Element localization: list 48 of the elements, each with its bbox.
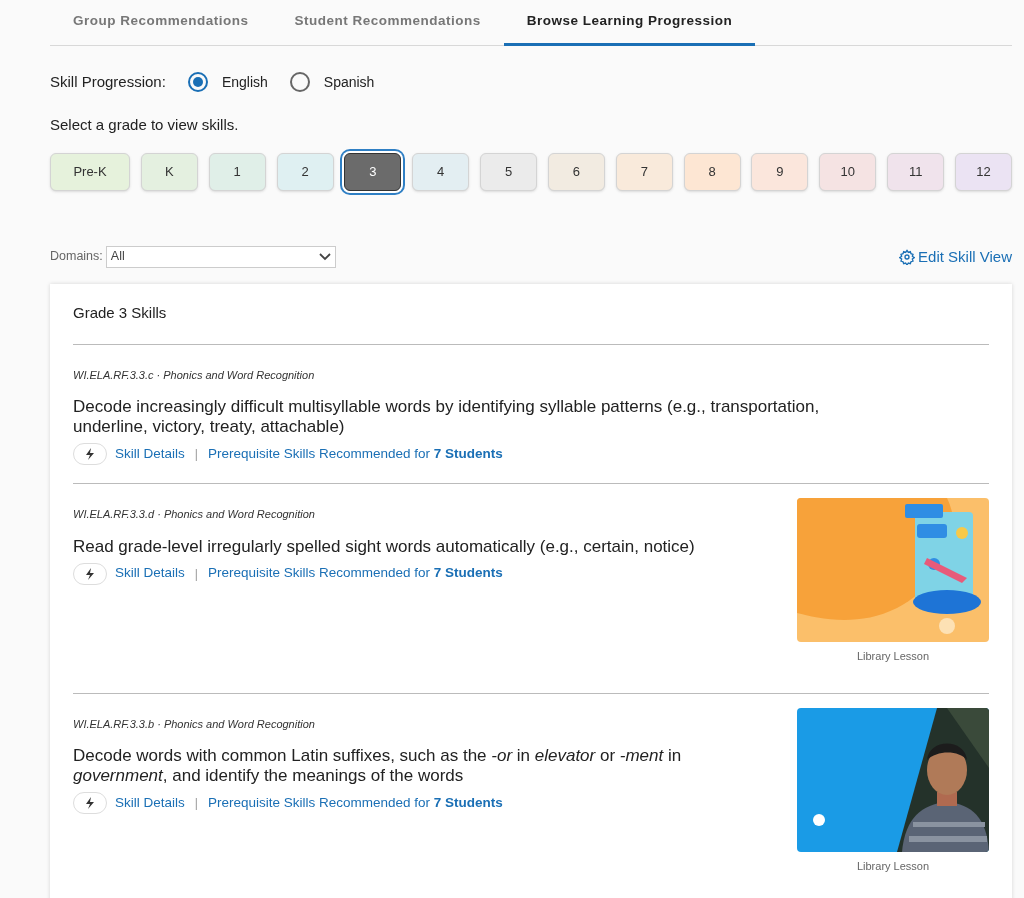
- radio-label: Spanish: [323, 72, 375, 92]
- skill-details-link[interactable]: Skill Details: [115, 792, 185, 814]
- prerequisite-skills-link[interactable]: Prerequisite Skills Recommended for 7 Students: [207, 792, 503, 814]
- grade-button[interactable]: 12: [954, 152, 1012, 191]
- skills-title: Grade 3 Skills: [73, 303, 168, 323]
- skill-code: WI.ELA.RF.3.3.c · Phonics and Word Recognition: [73, 367, 316, 383]
- grade-button[interactable]: K: [140, 152, 198, 191]
- link-separator: |: [194, 446, 198, 463]
- radio-button[interactable]: [187, 72, 208, 92]
- lightning-icon: [84, 567, 96, 580]
- grade-button[interactable]: 5: [480, 152, 538, 191]
- grade-button[interactable]: Pre-K: [50, 152, 130, 191]
- grade-button[interactable]: 7: [615, 152, 673, 191]
- skill-code: WI.ELA.RF.3.3.b · Phonics and Word Recognition: [73, 716, 316, 732]
- prerequisite-skills-link[interactable]: Prerequisite Skills Recommended for 7 Students: [207, 563, 503, 584]
- prerequisite-skills-link[interactable]: Prerequisite Skills Recommended for 7 Students: [207, 443, 503, 465]
- grade-button[interactable]: 1: [208, 152, 266, 191]
- settings-icon: [899, 248, 916, 265]
- radio-label: English: [221, 72, 268, 92]
- skill-progression-label: Skill Progression:: [50, 71, 166, 92]
- skill-code: WI.ELA.RF.3.3.d · Phonics and Word Recognition: [73, 507, 316, 522]
- skill-description: Read grade-level irregularly spelled sight words automatically (e.g., certain, notice): [73, 536, 696, 557]
- grade-button[interactable]: 2: [276, 152, 334, 191]
- lesson-caption: Library Lesson: [856, 858, 930, 874]
- grade-button[interactable]: 6: [547, 152, 605, 191]
- grade-button[interactable]: 4: [412, 152, 470, 191]
- tab[interactable]: Student Recommendations: [271, 0, 504, 46]
- domains-dropdown[interactable]: All: [105, 245, 336, 268]
- grade-button[interactable]: 8: [683, 152, 741, 191]
- grade-prompt: Select a grade to view skills.: [50, 115, 240, 135]
- lightning-icon: [84, 448, 96, 460]
- chevron-down-icon: [318, 252, 331, 261]
- skill-description: Decode words with common Latin suffixes, such as the -or in elevator or -ment in government, and identify the meanings of the words: [73, 746, 683, 786]
- link-separator: |: [194, 565, 198, 583]
- tab[interactable]: Group Recommendations: [50, 0, 272, 46]
- lesson-caption: Library Lesson: [856, 649, 930, 664]
- skill-description: Decode increasingly difficult multisyllable words by identifying syllable patterns (e.g., transportation, underline, victory, treaty, attachable): [73, 397, 821, 437]
- edit-skill-view-link[interactable]: Edit Skill View: [899, 245, 1012, 268]
- grade-button[interactable]: 11: [887, 152, 945, 191]
- skill-details-link[interactable]: Skill Details: [115, 443, 185, 465]
- link-separator: |: [194, 795, 198, 812]
- skill-details-link[interactable]: Skill Details: [115, 563, 185, 584]
- radio-button[interactable]: [289, 72, 310, 92]
- grade-button[interactable]: 10: [819, 152, 877, 191]
- tab[interactable]: Browse Learning Progression: [503, 0, 756, 46]
- domains-label: Domains:: [50, 248, 103, 266]
- grade-button[interactable]: 9: [751, 152, 809, 191]
- lightning-icon: [84, 797, 96, 809]
